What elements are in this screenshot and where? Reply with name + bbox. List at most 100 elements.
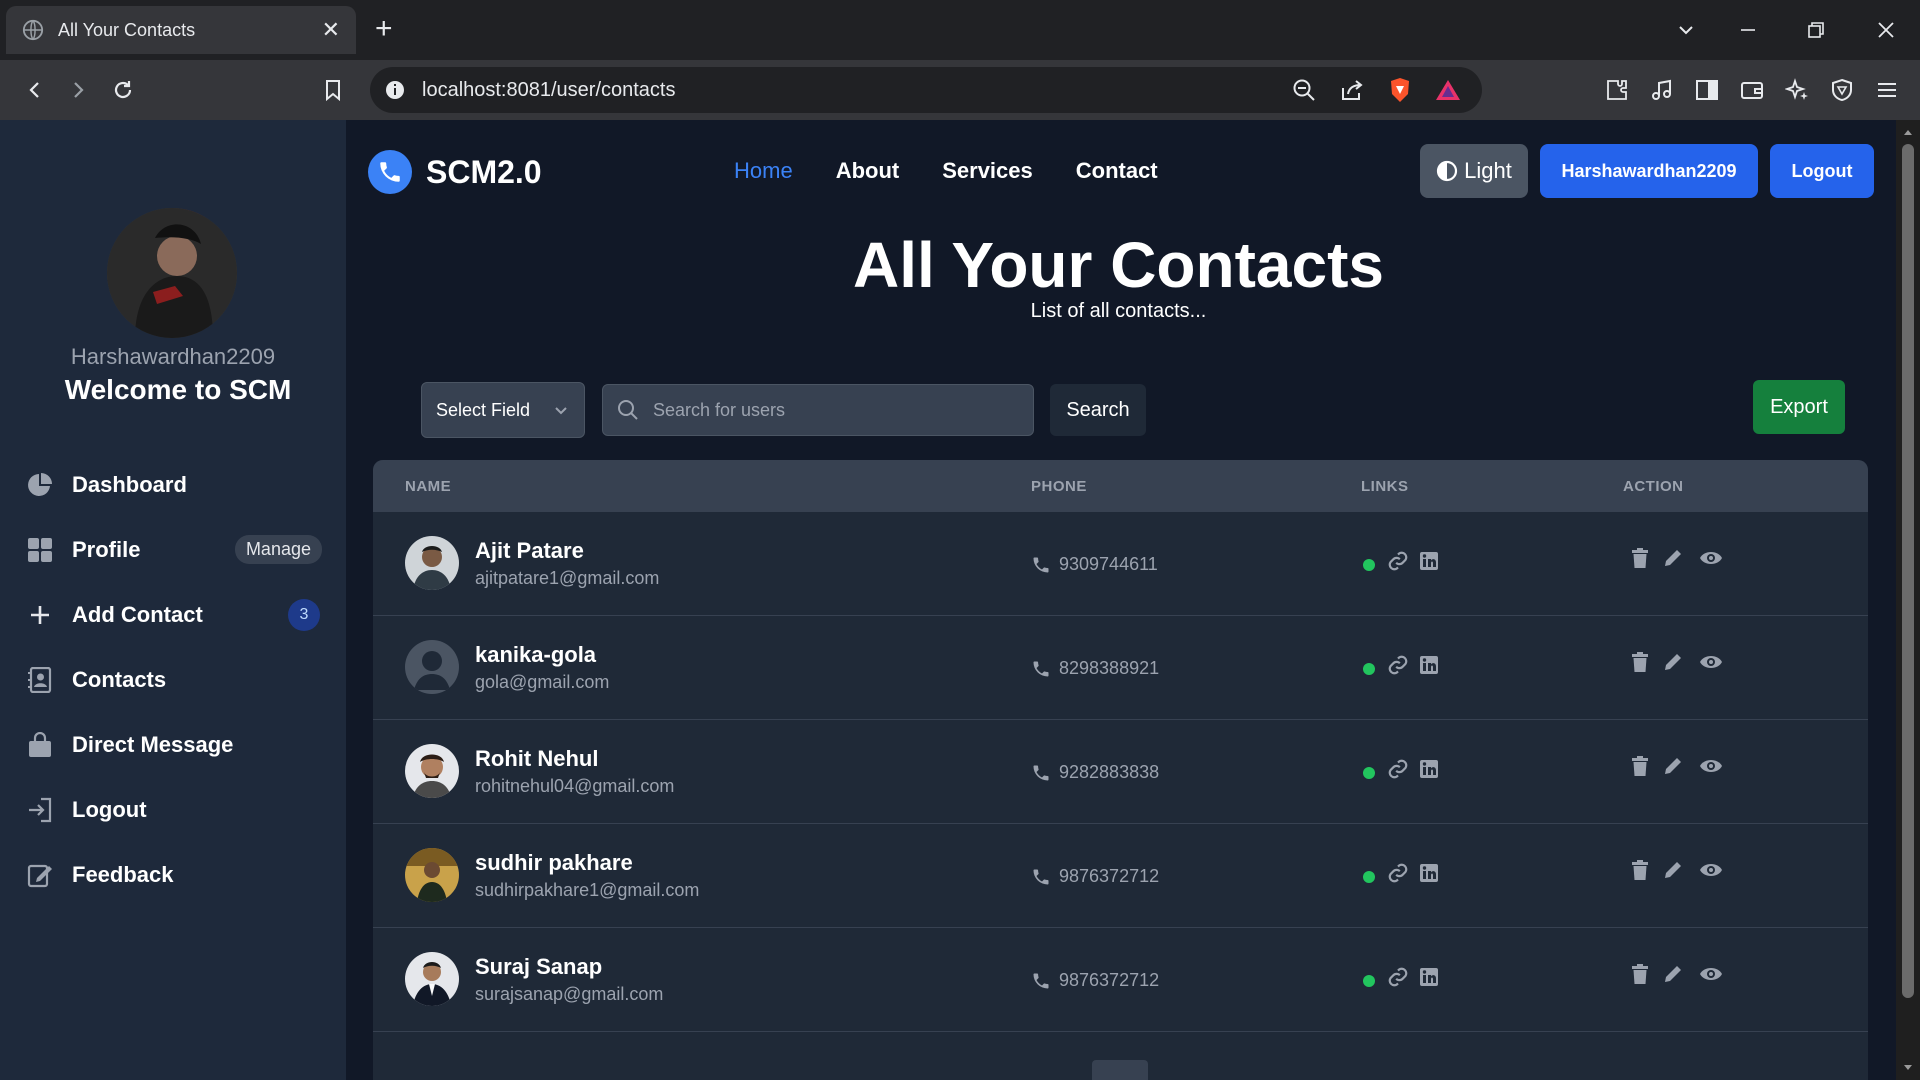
search-input[interactable] (653, 399, 1013, 421)
bag-icon (26, 731, 54, 759)
contact-links (1363, 758, 1439, 780)
contrast-icon (1437, 160, 1458, 182)
field-select[interactable]: Select Field (421, 382, 585, 438)
restore-icon[interactable] (1782, 0, 1850, 60)
contact-name[interactable]: Suraj Sanap (475, 954, 602, 980)
view-icon[interactable] (1699, 549, 1723, 567)
wallet-icon[interactable] (1737, 75, 1767, 105)
sidebar: Harshawardhan2209 Welcome to SCM Dashboa… (0, 120, 346, 1080)
trash-icon[interactable] (1631, 964, 1649, 984)
view-icon[interactable] (1699, 965, 1723, 983)
contact-name[interactable]: sudhir pakhare (475, 850, 633, 876)
contact-name[interactable]: Rohit Nehul (475, 746, 598, 772)
share-icon[interactable] (1338, 76, 1366, 104)
trash-icon[interactable] (1631, 860, 1649, 880)
forward-icon[interactable] (63, 75, 93, 105)
brand[interactable]: SCM2.0 (368, 150, 542, 194)
scrollbar-thumb[interactable] (1902, 144, 1914, 998)
sidebar-item-direct-message[interactable]: Direct Message (26, 712, 322, 777)
site-info-icon[interactable] (384, 79, 406, 101)
linkedin-icon[interactable] (1419, 551, 1439, 571)
edit-icon[interactable] (1663, 756, 1683, 776)
minimize-icon[interactable] (1714, 0, 1782, 60)
theme-toggle-button[interactable]: Light (1420, 144, 1528, 198)
edit-icon[interactable] (1663, 652, 1683, 672)
nav-home[interactable]: Home (734, 158, 793, 184)
manage-badge[interactable]: Manage (234, 535, 322, 564)
page-scrollbar[interactable] (1896, 120, 1920, 1080)
view-icon[interactable] (1699, 653, 1723, 671)
reload-icon[interactable] (108, 75, 138, 105)
link-icon[interactable] (1387, 758, 1409, 780)
sidebar-item-add-contact[interactable]: Add Contact 3 (26, 582, 322, 647)
search-button[interactable]: Search (1050, 384, 1146, 436)
bookmark-icon[interactable] (318, 75, 348, 105)
menu-icon[interactable] (1872, 75, 1902, 105)
media-icon[interactable] (1647, 75, 1677, 105)
trash-icon[interactable] (1631, 548, 1649, 568)
logout-button[interactable]: Logout (1770, 144, 1874, 198)
view-icon[interactable] (1699, 861, 1723, 879)
link-icon[interactable] (1387, 550, 1409, 572)
linkedin-icon[interactable] (1419, 759, 1439, 779)
scroll-down-icon[interactable] (1896, 1058, 1920, 1078)
linkedin-icon[interactable] (1419, 863, 1439, 883)
zoom-icon[interactable] (1290, 76, 1318, 104)
sidebar-item-profile[interactable]: Profile Manage (26, 517, 322, 582)
contact-name[interactable]: kanika-gola (475, 642, 596, 668)
contact-count-badge: 3 (288, 598, 320, 631)
sidebar-item-logout[interactable]: Logout (26, 777, 322, 842)
sidebar-item-dashboard[interactable]: Dashboard (26, 452, 322, 517)
browser-tab[interactable]: All Your Contacts ✕ (6, 6, 356, 54)
linkedin-icon[interactable] (1419, 655, 1439, 675)
nav-about[interactable]: About (836, 158, 900, 184)
nav-contact[interactable]: Contact (1076, 158, 1158, 184)
contact-email: gola@gmail.com (475, 672, 610, 692)
close-tab-icon[interactable]: ✕ (322, 17, 340, 43)
table-row: sudhir pakhare sudhirpakhare1@gmail.com … (373, 824, 1868, 928)
plus-icon (26, 601, 54, 629)
main-content: SCM2.0 Home About Services Contact Light… (346, 120, 1896, 1080)
extensions-icon[interactable] (1602, 75, 1632, 105)
pie-chart-icon (26, 471, 54, 499)
link-icon[interactable] (1387, 966, 1409, 988)
edit-icon[interactable] (1663, 964, 1683, 984)
brave-rewards-icon[interactable] (1434, 76, 1462, 104)
search-icon (618, 400, 638, 420)
edit-icon[interactable] (1663, 860, 1683, 880)
contact-avatar (405, 640, 459, 694)
contact-phone: 9876372712 (1031, 970, 1159, 991)
address-bar[interactable]: localhost:8081/user/contacts (370, 67, 1482, 113)
sidebar-username: Harshawardhan2209 (70, 344, 276, 369)
leo-ai-icon[interactable] (1782, 75, 1812, 105)
back-icon[interactable] (20, 75, 50, 105)
sidebar-item-contacts[interactable]: Contacts (26, 647, 322, 712)
page-viewport: Harshawardhan2209 Welcome to SCM Dashboa… (0, 120, 1920, 1080)
link-icon[interactable] (1387, 654, 1409, 676)
tab-search-icon[interactable] (1652, 0, 1720, 60)
close-window-icon[interactable] (1852, 0, 1920, 60)
nav-services[interactable]: Services (942, 158, 1033, 184)
contact-name[interactable]: Ajit Patare (475, 538, 584, 564)
browser-tab-bar: All Your Contacts ✕ + (0, 0, 1920, 60)
brave-shield-icon[interactable] (1386, 76, 1414, 104)
sidebar-menu: Dashboard Profile Manage Add Contact 3 C… (26, 452, 322, 907)
edit-icon[interactable] (1663, 548, 1683, 568)
scroll-up-icon[interactable] (1896, 122, 1920, 142)
contact-phone: 9876372712 (1031, 866, 1159, 887)
sidebar-item-feedback[interactable]: Feedback (26, 842, 322, 907)
contact-email: ajitpatare1@gmail.com (475, 568, 660, 588)
user-avatar (107, 208, 237, 338)
trash-icon[interactable] (1631, 756, 1649, 776)
view-icon[interactable] (1699, 757, 1723, 775)
trash-icon[interactable] (1631, 652, 1649, 672)
pagination-button[interactable] (1092, 1060, 1148, 1080)
link-icon[interactable] (1387, 862, 1409, 884)
linkedin-icon[interactable] (1419, 967, 1439, 987)
user-button[interactable]: Harshawardhan2209 (1540, 144, 1758, 198)
export-button[interactable]: Export (1753, 380, 1845, 434)
contact-email: rohitnehul04@gmail.com (475, 776, 675, 796)
vpn-icon[interactable] (1827, 75, 1857, 105)
new-tab-button[interactable]: + (375, 12, 393, 46)
sidebar-toggle-icon[interactable] (1692, 75, 1722, 105)
